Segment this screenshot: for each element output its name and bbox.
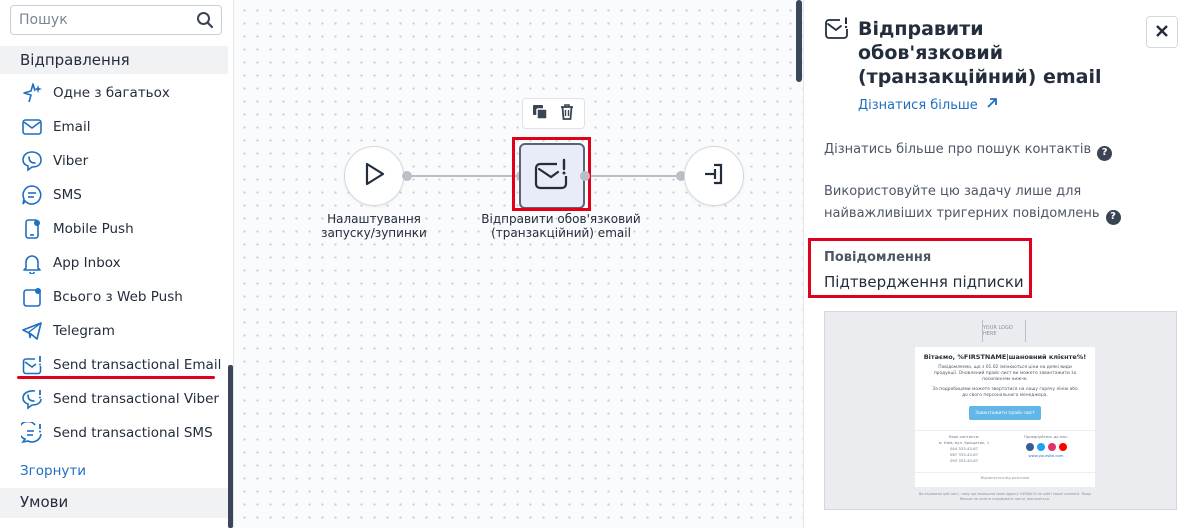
canvas-scrollbar[interactable]	[796, 0, 802, 82]
preview-logo: YOUR LOGO HERE	[982, 320, 1026, 342]
sidebar: Відправлення Одне з багатьох Email Viber…	[0, 0, 234, 528]
preview-paragraph: За подробицями можете звертатися на нашу…	[932, 387, 1078, 398]
section-header-send[interactable]: Відправлення	[0, 46, 228, 74]
sidebar-item-sms[interactable]: SMS	[0, 178, 228, 212]
node-exit[interactable]	[684, 146, 744, 206]
sidebar-item-app-inbox[interactable]: App Inbox	[0, 246, 228, 280]
connector-handle[interactable]	[402, 171, 412, 181]
preview-footer-columns: Наші контакти: м. Київ, вул. Хрещатик, 1…	[915, 430, 1095, 464]
viber-icon	[20, 149, 44, 173]
collapse-link[interactable]: Згорнути	[20, 463, 86, 479]
sidebar-item-transactional-sms[interactable]: Send transactional SMS	[0, 416, 228, 450]
close-button[interactable]	[1146, 16, 1178, 48]
copy-icon[interactable]	[531, 103, 549, 125]
trash-icon[interactable]	[558, 103, 576, 125]
sidebar-item-label: Одне з багатьох	[53, 85, 170, 101]
help-icon[interactable]: ?	[1105, 209, 1121, 225]
preview-unsubscribe: Відписатися від розсилки	[915, 472, 1095, 480]
transactional-viber-icon	[20, 387, 44, 411]
sidebar-item-label: App Inbox	[53, 255, 121, 271]
preview-paragraph: Повідомляємо, що з 01.02 змінюються ціни…	[933, 365, 1077, 382]
panel-title: Відправити обов'язковий (транзакційний) …	[858, 18, 1102, 88]
sidebar-item-telegram[interactable]: Telegram	[0, 314, 228, 348]
sidebar-item-label: Email	[53, 119, 91, 135]
preview-disclaimer: Ви отримали цей лист, тому що залишили с…	[918, 492, 1092, 501]
learn-more-label: Дізнатися більше	[858, 97, 978, 113]
learn-more-link[interactable]: Дізнатися більше	[858, 97, 998, 113]
search-input[interactable]	[19, 12, 195, 28]
transactional-email-icon	[824, 16, 850, 44]
sidebar-item-email[interactable]: Email	[0, 110, 228, 144]
mobile-push-icon	[20, 217, 44, 241]
search-box[interactable]	[10, 5, 222, 35]
connector-line	[405, 175, 521, 177]
connector-handle[interactable]	[580, 171, 590, 181]
node-label-transactional-email: Відправити обов'язковий (транзакційний) …	[481, 212, 641, 240]
sparkle-icon	[20, 81, 44, 105]
help-icon[interactable]: ?	[1097, 145, 1113, 161]
sidebar-item-one-of-many[interactable]: Одне з багатьох	[0, 76, 228, 110]
preview-heading: Вітаємо, %FIRSTNAME|шановний клієнте%!	[923, 353, 1087, 361]
sidebar-item-viber[interactable]: Viber	[0, 144, 228, 178]
sidebar-item-label: Send transactional SMS	[53, 425, 213, 441]
contacts-help-text: Дізнатись більше про пошук контактів	[824, 142, 1092, 157]
search-icon[interactable]	[195, 10, 215, 30]
instagram-icon	[1047, 443, 1056, 451]
sidebar-item-mobile-push[interactable]: Mobile Push	[0, 212, 228, 246]
sidebar-item-transactional-viber[interactable]: Send transactional Viber	[0, 382, 228, 416]
telegram-icon	[20, 319, 44, 343]
facebook-icon	[1025, 443, 1034, 451]
node-label-start-stop: Налаштування запуску/зупинки	[321, 212, 427, 240]
web-push-icon	[20, 285, 44, 309]
sidebar-item-label: Viber	[53, 153, 89, 169]
sidebar-item-web-push[interactable]: Всього з Web Push	[0, 280, 228, 314]
bell-icon	[20, 251, 44, 275]
preview-follow-title: Приєднуйтесь до нас:	[1023, 434, 1069, 439]
sidebar-task-list: Одне з багатьох Email Viber SMS Mobile P…	[0, 76, 228, 450]
sidebar-item-label: Всього з Web Push	[53, 289, 183, 305]
section-header-conditions[interactable]: Умови	[0, 488, 228, 518]
workflow-canvas[interactable]	[234, 0, 803, 528]
highlight-box-message	[808, 238, 1032, 298]
preview-social-icons	[1005, 443, 1087, 451]
sidebar-item-label: Mobile Push	[53, 221, 134, 237]
preview-contacts-column: Наші контакти: м. Київ, вул. Хрещатик, 1…	[923, 431, 1005, 464]
preview-address-line: 093 333-43-67	[949, 458, 979, 463]
youtube-icon	[1058, 443, 1067, 451]
exit-icon	[701, 161, 727, 191]
node-toolbar	[522, 98, 585, 129]
sidebar-item-label: Send transactional Email	[53, 357, 222, 373]
sms-bubble-icon	[20, 183, 44, 207]
preview-social-column: Приєднуйтесь до нас: www.yoursite.com	[1005, 431, 1087, 464]
transactional-email-icon	[20, 353, 44, 377]
contacts-help-row: Дізнатись більше про пошук контактів?	[824, 139, 1113, 161]
close-icon	[1155, 23, 1169, 42]
play-icon	[361, 161, 387, 191]
preview-download-button: Завантажити прайс-лист	[969, 406, 1041, 420]
sidebar-item-label: Send transactional Viber	[53, 391, 219, 407]
task-settings-panel: Відправити обов'язковий (транзакційний) …	[803, 0, 1189, 528]
sidebar-scrollbar[interactable]	[228, 365, 233, 528]
arrow-up-right-icon	[986, 97, 998, 113]
highlight-underline	[17, 376, 215, 379]
twitter-icon	[1036, 443, 1045, 451]
sidebar-item-label: SMS	[53, 187, 82, 203]
usage-hint-text: Використовуйте цю задачу лише для найваж…	[824, 184, 1100, 221]
transactional-sms-icon	[20, 421, 44, 445]
preview-email-card: Вітаємо, %FIRSTNAME|шановний клієнте%! П…	[915, 347, 1095, 487]
envelope-icon	[20, 115, 44, 139]
email-preview[interactable]: YOUR LOGO HERE Вітаємо, %FIRSTNAME|шанов…	[824, 311, 1177, 510]
preview-site-link: www.yoursite.com	[1028, 453, 1064, 458]
connector-line	[583, 175, 683, 177]
usage-hint-row: Використовуйте цю задачу лише для найваж…	[824, 181, 1174, 225]
node-start-stop[interactable]	[344, 146, 404, 206]
sidebar-item-label: Telegram	[53, 323, 115, 339]
